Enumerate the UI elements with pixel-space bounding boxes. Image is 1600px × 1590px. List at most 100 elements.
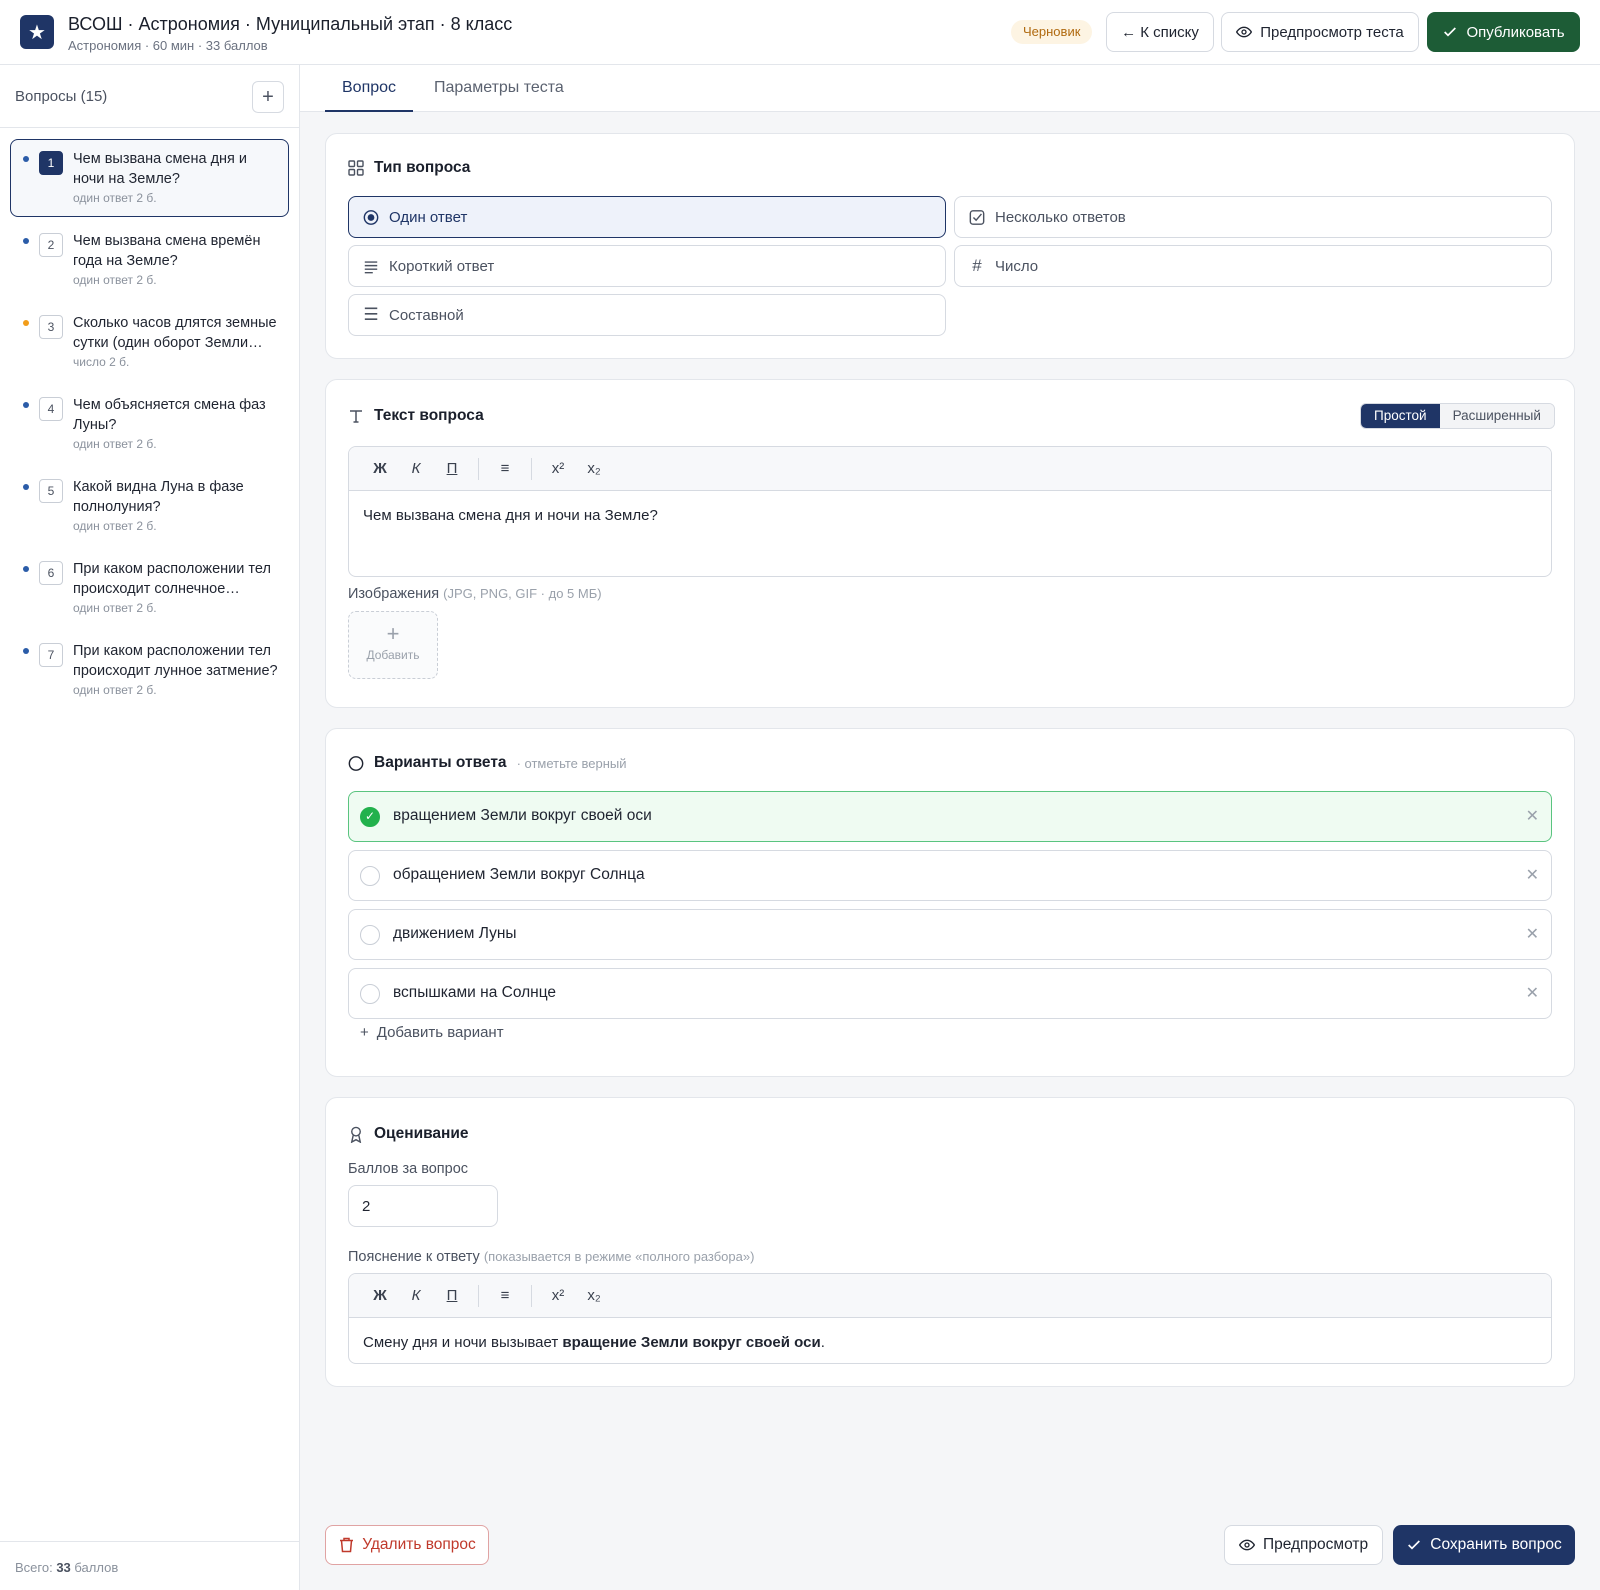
eye-icon <box>1236 24 1253 40</box>
answer-option-row[interactable]: вспышками на Солнце ✕ <box>348 968 1552 1019</box>
add-image-button[interactable]: + Добавить <box>348 611 438 679</box>
page-title: ВСОШ · Астрономия · Муниципальный этап ·… <box>68 14 513 34</box>
text-type-icon <box>348 408 364 424</box>
eye-icon <box>1238 1537 1255 1553</box>
grading-card: Оценивание Баллов за вопрос Пояснение к … <box>325 1097 1575 1387</box>
type-composite-button[interactable]: ☰ Составной <box>348 294 946 336</box>
type-multiple-answers-label: Несколько ответов <box>995 208 1126 226</box>
question-list-item[interactable]: 4 Чем объясняется смена фаз Луны? один о… <box>10 385 289 463</box>
remove-option-icon[interactable]: ✕ <box>1526 983 1539 1003</box>
type-single-answer-button[interactable]: Один ответ <box>348 196 946 238</box>
sidebar-title: Вопросы (15) <box>15 88 108 105</box>
question-text-input[interactable]: Чем вызвана смена дня и ночи на Земле? <box>349 491 1551 541</box>
add-option-button[interactable]: + Добавить вариант <box>360 1024 504 1041</box>
remove-option-icon[interactable]: ✕ <box>1526 865 1539 885</box>
list-button[interactable]: ≡ <box>488 1281 522 1311</box>
score-input[interactable] <box>348 1185 498 1227</box>
answer-option-row[interactable]: ✓ вращением Земли вокруг своей оси ✕ <box>348 791 1552 842</box>
type-short-answer-button[interactable]: Короткий ответ <box>348 245 946 287</box>
publish-button[interactable]: Опубликовать <box>1427 12 1580 52</box>
question-meta: один ответ 2 б. <box>73 191 157 205</box>
type-number-button[interactable]: # Число <box>954 245 1552 287</box>
remove-option-icon[interactable]: ✕ <box>1526 806 1539 826</box>
rich-text-toolbar: Ж К П ≡ x² x₂ <box>349 447 1551 491</box>
subscript-button[interactable]: x₂ <box>577 454 611 484</box>
underline-button[interactable]: П <box>435 1281 469 1311</box>
question-type-title: Тип вопроса <box>374 159 471 176</box>
total-prefix: Всего: <box>15 1560 57 1575</box>
bold-button[interactable]: Ж <box>363 454 397 484</box>
question-list-item[interactable]: 2 Чем вызвана смена времён года на Земле… <box>10 221 289 299</box>
radio-circle-icon <box>348 755 364 771</box>
remove-option-icon[interactable]: ✕ <box>1526 924 1539 944</box>
rich-text-toolbar: Ж К П ≡ x² x₂ <box>349 1274 1551 1318</box>
total-score: Всего: 33 баллов <box>15 1560 118 1575</box>
plus-icon: + <box>386 621 400 646</box>
question-type-heading: Тип вопроса <box>348 159 470 177</box>
mode-extended-button[interactable]: Расширенный <box>1439 404 1554 428</box>
superscript-button[interactable]: x² <box>541 454 575 484</box>
answer-option-text[interactable]: вращением Земли вокруг своей оси <box>393 807 652 825</box>
option-radio[interactable] <box>360 984 380 1004</box>
answer-option-text[interactable]: обращением Земли вокруг Солнца <box>393 866 645 884</box>
type-number-label: Число <box>995 257 1039 275</box>
question-list-item[interactable]: 6 При каком расположении тел происходит … <box>10 549 289 627</box>
explanation-input[interactable]: Смену дня и ночи вызывает вращение Земли… <box>349 1318 1551 1363</box>
save-question-button[interactable]: Сохранить вопрос <box>1393 1525 1575 1565</box>
superscript-button[interactable]: x² <box>541 1281 575 1311</box>
question-list-item[interactable]: 1 Чем вызвана смена дня и ночи на Земле?… <box>10 139 289 217</box>
explanation-label-text: Пояснение к ответу <box>348 1249 480 1265</box>
trash-icon <box>338 1537 354 1553</box>
toolbar-divider <box>531 457 532 480</box>
explanation-text: Смену дня и ночи вызывает <box>363 1334 563 1351</box>
correct-check-icon[interactable]: ✓ <box>360 807 380 827</box>
answer-option-row[interactable]: движением Луны ✕ <box>348 909 1552 960</box>
option-radio[interactable] <box>360 866 380 886</box>
question-title: Чем вызвана смена времён года на Земле? <box>73 233 261 269</box>
question-number: 3 <box>39 315 63 339</box>
add-image-label: Добавить <box>366 648 420 662</box>
mode-simple-button[interactable]: Простой <box>1361 404 1440 428</box>
preview-question-button[interactable]: Предпросмотр <box>1224 1525 1383 1565</box>
answer-options-title: Варианты ответа <box>374 754 507 771</box>
question-number: 1 <box>39 151 63 175</box>
award-icon <box>348 1126 364 1143</box>
preview-test-button[interactable]: Предпросмотр теста <box>1221 12 1419 52</box>
answer-option-text[interactable]: движением Луны <box>393 925 517 943</box>
images-hint: (JPG, PNG, GIF · до 5 МБ) <box>443 586 602 601</box>
question-meta: один ответ 2 б. <box>73 437 157 451</box>
tab-question[interactable]: Вопрос <box>325 65 414 112</box>
answer-option-text[interactable]: вспышками на Солнце <box>393 984 556 1002</box>
italic-button[interactable]: К <box>399 454 433 484</box>
italic-button[interactable]: К <box>399 1281 433 1311</box>
list-button[interactable]: ≡ <box>488 454 522 484</box>
option-radio[interactable] <box>360 925 380 945</box>
question-list-item[interactable]: 5 Какой видна Луна в фазе полнолуния? од… <box>10 467 289 545</box>
tab-test-params[interactable]: Параметры теста <box>417 65 581 112</box>
checkbox-icon <box>969 209 985 225</box>
question-meta: число 2 б. <box>73 355 130 369</box>
star-logo-icon: ★ <box>20 15 54 49</box>
question-number: 4 <box>39 397 63 421</box>
question-list-item[interactable]: 7 При каком расположении тел происходит … <box>10 631 289 709</box>
answer-option-row[interactable]: обращением Земли вокруг Солнца ✕ <box>348 850 1552 901</box>
question-meta: один ответ 2 б. <box>73 683 157 697</box>
subscript-button[interactable]: x₂ <box>577 1281 611 1311</box>
back-to-list-button[interactable]: ← К списку <box>1106 12 1214 52</box>
underline-button[interactable]: П <box>435 454 469 484</box>
toolbar-divider <box>478 1284 479 1307</box>
answer-options-card: Варианты ответа · отметьте верный ✓ вращ… <box>325 728 1575 1077</box>
answer-options-hint: · отметьте верный <box>516 755 627 771</box>
add-question-button[interactable]: + <box>252 81 284 113</box>
top-bar: ★ ВСОШ · Астрономия · Муниципальный этап… <box>0 0 1600 65</box>
type-multiple-answers-button[interactable]: Несколько ответов <box>954 196 1552 238</box>
question-number: 7 <box>39 643 63 667</box>
images-label-text: Изображения <box>348 586 440 602</box>
bold-button[interactable]: Ж <box>363 1281 397 1311</box>
explanation-label: Пояснение к ответу (показывается в режим… <box>348 1249 754 1265</box>
question-list-item[interactable]: 3 Сколько часов длятся земные сутки (оди… <box>10 303 289 381</box>
question-title: Чем вызвана смена дня и ночи на Земле? <box>73 151 248 187</box>
toolbar-divider <box>478 457 479 480</box>
delete-question-button[interactable]: Удалить вопрос <box>325 1525 489 1565</box>
total-suffix: баллов <box>70 1560 119 1575</box>
